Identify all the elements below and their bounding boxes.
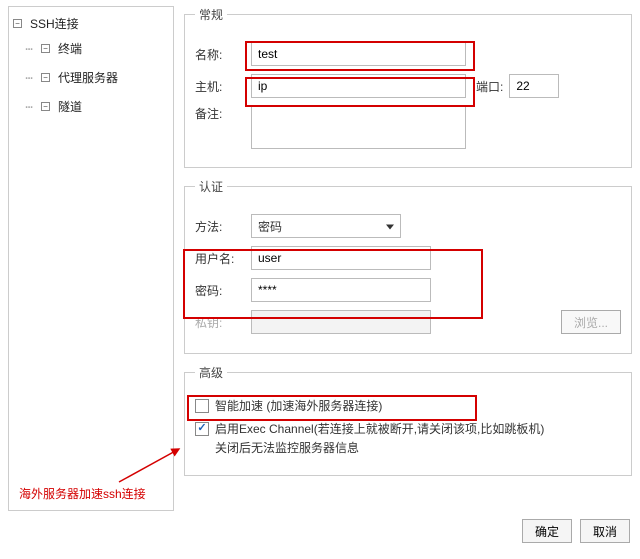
tree-label: 终端 [58, 40, 82, 57]
fieldset-general: 常规 名称: 主机: 端口: 备注: [184, 6, 632, 168]
legend-auth: 认证 [195, 178, 227, 195]
tree-branch-icon: ⋯ [21, 100, 37, 114]
tree-item-ssh[interactable]: − SSH连接 [13, 13, 169, 34]
smart-accel-row[interactable]: 智能加速 (加速海外服务器连接) [195, 397, 621, 416]
label-name: 名称: [195, 46, 251, 63]
username-input[interactable] [251, 246, 431, 270]
smart-accel-label: 智能加速 (加速海外服务器连接) [215, 397, 382, 416]
label-host: 主机: [195, 78, 251, 95]
collapse-icon[interactable]: − [13, 19, 22, 28]
label-pass: 密码: [195, 282, 251, 299]
tree-item-proxy[interactable]: ⋯ − 代理服务器 [21, 63, 169, 92]
label-user: 用户名: [195, 250, 251, 267]
exec-channel-sub: 关闭后无法监控服务器信息 [215, 439, 544, 458]
tree-branch-icon: ⋯ [21, 42, 37, 56]
exec-channel-label: 启用Exec Channel(若连接上就被断开,请关闭该项,比如跳板机) [215, 420, 544, 439]
label-remark: 备注: [195, 105, 251, 122]
label-method: 方法: [195, 218, 251, 235]
password-input[interactable] [251, 278, 431, 302]
name-input[interactable] [251, 42, 466, 66]
tree-branch-icon: ⋯ [21, 71, 37, 85]
remark-textarea[interactable] [251, 105, 466, 149]
cancel-button[interactable]: 取消 [580, 519, 630, 543]
browse-button[interactable]: 浏览... [561, 310, 621, 334]
method-select[interactable]: 密码 [251, 214, 401, 238]
exec-channel-checkbox[interactable] [195, 422, 209, 436]
fieldset-auth: 认证 方法: 密码 用户名: 密码: 私钥: 浏览... [184, 178, 632, 354]
tree-label: 隧道 [58, 98, 82, 115]
label-privkey: 私钥: [195, 314, 251, 331]
annotation-text: 海外服务器加速ssh连接 [19, 485, 146, 502]
method-value: 密码 [258, 218, 282, 235]
label-port: 端口: [476, 78, 503, 95]
host-input[interactable] [251, 74, 466, 98]
smart-accel-checkbox[interactable] [195, 399, 209, 413]
legend-advanced: 高级 [195, 364, 227, 381]
nav-tree: − SSH连接 ⋯ − 终端 ⋯ − 代理服务器 ⋯ − 隧道 海外服务器加速s [8, 6, 174, 511]
fieldset-advanced: 高级 智能加速 (加速海外服务器连接) 启用Exec Channel(若连接上就… [184, 364, 632, 476]
privkey-input [251, 310, 431, 334]
tree-label-root: SSH连接 [30, 15, 79, 32]
exec-channel-row[interactable]: 启用Exec Channel(若连接上就被断开,请关闭该项,比如跳板机) 关闭后… [195, 420, 621, 458]
ok-button[interactable]: 确定 [522, 519, 572, 543]
collapse-icon[interactable]: − [41, 44, 50, 53]
dialog-buttons: 确定 取消 [8, 511, 632, 543]
annotation-arrow-icon [114, 444, 184, 484]
form-panel: 常规 名称: 主机: 端口: 备注: 认证 方法: [184, 6, 632, 511]
collapse-icon[interactable]: − [41, 102, 50, 111]
tree-item-terminal[interactable]: ⋯ − 终端 [21, 34, 169, 63]
port-input[interactable] [509, 74, 559, 98]
legend-general: 常规 [195, 6, 227, 23]
tree-item-tunnel[interactable]: ⋯ − 隧道 [21, 92, 169, 121]
tree-label: 代理服务器 [58, 69, 118, 86]
collapse-icon[interactable]: − [41, 73, 50, 82]
